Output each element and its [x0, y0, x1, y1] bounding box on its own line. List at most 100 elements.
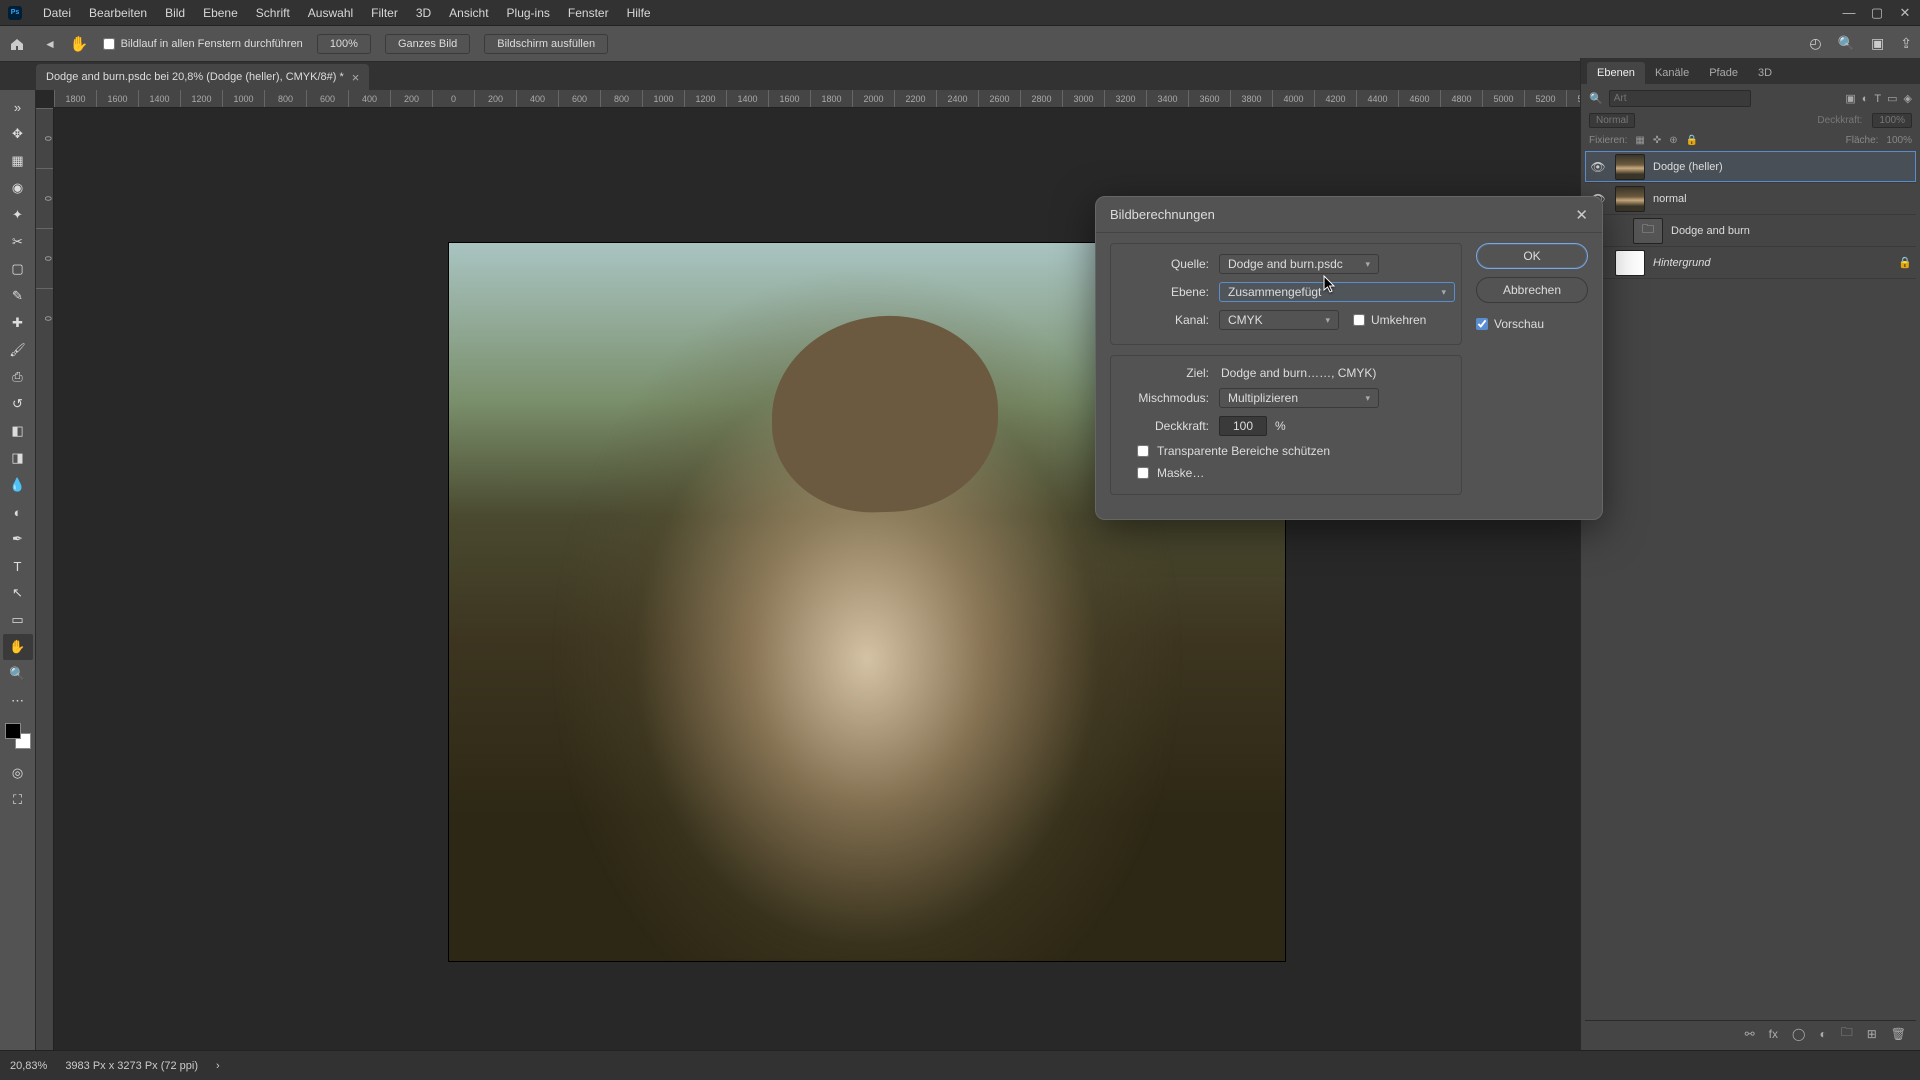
cloud-icon[interactable]: ◴ [1809, 35, 1821, 52]
scroll-all-windows-checkbox[interactable]: Bildlauf in allen Fenstern durchführen [103, 38, 303, 50]
tool-rectangle[interactable]: ▭ [3, 607, 33, 633]
filter-smart-icon[interactable]: ◈ [1904, 92, 1912, 105]
menu-schrift[interactable]: Schrift [247, 6, 299, 20]
channel-select[interactable]: CMYK▾ [1219, 310, 1339, 330]
fill-screen-button[interactable]: Bildschirm ausfüllen [484, 34, 608, 54]
dialog-titlebar[interactable]: Bildberechnungen ✕ [1096, 197, 1602, 233]
lock-position-icon[interactable]: ✜ [1653, 135, 1661, 146]
layer-filter-input[interactable] [1609, 90, 1751, 107]
search-icon[interactable]: 🔍 [1838, 35, 1855, 52]
tool-wand[interactable]: ✦ [3, 202, 33, 228]
preserve-transparency-checkbox[interactable] [1137, 445, 1149, 457]
zoom-level[interactable]: 20,83% [10, 1060, 47, 1072]
layer-name[interactable]: normal [1653, 193, 1912, 205]
menu-bild[interactable]: Bild [156, 6, 194, 20]
tool-zoom[interactable]: 🔍 [3, 661, 33, 687]
status-chevron-icon[interactable]: › [216, 1060, 220, 1072]
layer-fx-icon[interactable]: fx [1769, 1027, 1778, 1041]
tool-eyedropper[interactable]: ✎ [3, 283, 33, 309]
tab-pfade[interactable]: Pfade [1699, 62, 1748, 84]
tab-ebenen[interactable]: Ebenen [1587, 62, 1645, 84]
menu-ansicht[interactable]: Ansicht [440, 6, 497, 20]
tool-eraser[interactable]: ◧ [3, 418, 33, 444]
mask-checkbox[interactable] [1137, 467, 1149, 479]
chevron-left-icon[interactable]: ◄ [44, 37, 56, 51]
menu-ebene[interactable]: Ebene [194, 6, 247, 20]
menu-auswahl[interactable]: Auswahl [299, 6, 362, 20]
workspace-icon[interactable]: ▣ [1871, 35, 1884, 52]
menu-datei[interactable]: Datei [34, 6, 80, 20]
menu-3d[interactable]: 3D [407, 6, 440, 20]
hand-tool-icon[interactable]: ✋ [70, 35, 89, 53]
layer-thumbnail[interactable] [1615, 154, 1645, 180]
layer-name[interactable]: Dodge and burn [1671, 225, 1912, 237]
link-layers-icon[interactable]: ⚯ [1745, 1027, 1755, 1041]
layer-name[interactable]: Hintergrund [1653, 257, 1890, 269]
source-select[interactable]: Dodge and burn.psdc▾ [1219, 254, 1379, 274]
tool-type[interactable]: T [3, 553, 33, 579]
cancel-button[interactable]: Abbrechen [1476, 277, 1588, 303]
fill-value[interactable]: 100% [1886, 135, 1912, 146]
lock-pixels-icon[interactable]: ▦ [1635, 135, 1644, 146]
filter-adjust-icon[interactable]: ◐ [1862, 93, 1869, 105]
preview-checkbox[interactable]: Vorschau [1476, 317, 1588, 331]
blend-select[interactable]: Multiplizieren▾ [1219, 388, 1379, 408]
tab-3d[interactable]: 3D [1748, 62, 1782, 84]
filter-type-icon[interactable]: T [1874, 93, 1881, 105]
tool-gradient[interactable]: ◨ [3, 445, 33, 471]
tab-kanaele[interactable]: Kanäle [1645, 62, 1699, 84]
adjustment-layer-icon[interactable]: ◐ [1819, 1027, 1826, 1041]
layer-row[interactable]: 👁 Dodge (heller) [1585, 151, 1916, 183]
menu-filter[interactable]: Filter [362, 6, 407, 20]
menu-fenster[interactable]: Fenster [559, 6, 618, 20]
opacity-input[interactable] [1219, 416, 1267, 436]
menu-plugins[interactable]: Plug-ins [498, 6, 559, 20]
foreground-color-swatch[interactable] [5, 723, 21, 739]
layer-name[interactable]: Dodge (heller) [1653, 161, 1912, 173]
delete-layer-icon[interactable]: 🗑 [1891, 1027, 1906, 1041]
color-swatch[interactable] [5, 723, 31, 749]
layer-thumbnail[interactable] [1615, 250, 1645, 276]
tool-lasso[interactable]: ◉ [3, 175, 33, 201]
quickmask-icon[interactable]: ◎ [3, 760, 33, 786]
document-tab[interactable]: Dodge and burn.psdc bei 20,8% (Dodge (he… [36, 64, 369, 90]
filter-image-icon[interactable]: ▣ [1845, 92, 1855, 105]
menu-hilfe[interactable]: Hilfe [618, 6, 660, 20]
visibility-eye-icon[interactable]: 👁 [1589, 160, 1607, 174]
tool-dodge[interactable]: ◐ [3, 499, 33, 525]
layer-thumbnail[interactable] [1615, 186, 1645, 212]
tool-artboard[interactable]: ▦ [3, 148, 33, 174]
dialog-close-icon[interactable]: ✕ [1575, 206, 1588, 224]
layer-mask-icon[interactable]: ◯ [1792, 1027, 1805, 1041]
tool-more[interactable]: ⋯ [3, 688, 33, 714]
lock-all-icon[interactable]: 🔒 [1686, 135, 1698, 146]
opacity-value[interactable]: 100% [1872, 113, 1912, 128]
tool-stamp[interactable]: ⎙ [3, 364, 33, 390]
ok-button[interactable]: OK [1476, 243, 1588, 269]
invert-checkbox[interactable]: Umkehren [1353, 313, 1455, 327]
window-minimize-icon[interactable]: — [1842, 5, 1856, 20]
window-close-icon[interactable]: ✕ [1898, 5, 1912, 21]
zoom-100-button[interactable]: 100% [317, 34, 371, 54]
fit-screen-button[interactable]: Ganzes Bild [385, 34, 470, 54]
menu-bearbeiten[interactable]: Bearbeiten [80, 6, 156, 20]
layer-row[interactable]: 👁normal [1585, 183, 1916, 215]
new-layer-icon[interactable]: ⊞ [1867, 1027, 1877, 1041]
layer-row[interactable]: Hintergrund 🔒 [1585, 247, 1916, 279]
lock-icon[interactable]: 🔒 [1898, 256, 1912, 269]
blend-mode-select[interactable]: Normal [1589, 113, 1635, 128]
tool-heal[interactable]: ✚ [3, 310, 33, 336]
tool-path[interactable]: ↖ [3, 580, 33, 606]
tool-hand[interactable]: ✋ [3, 634, 33, 660]
share-icon[interactable]: ⇪ [1900, 35, 1912, 52]
tool-move[interactable]: ✥ [3, 121, 33, 147]
screenmode-icon[interactable]: ⛶ [3, 787, 33, 813]
layer-row[interactable]: 🗀 Dodge and burn [1585, 215, 1916, 247]
tool-history-brush[interactable]: ↺ [3, 391, 33, 417]
collapse-icon[interactable]: » [3, 94, 33, 120]
filter-shape-icon[interactable]: ▭ [1887, 92, 1897, 105]
home-icon[interactable] [8, 35, 26, 53]
layer-select[interactable]: Zusammengefügt▾ [1219, 282, 1455, 302]
layer-thumbnail[interactable]: 🗀 [1633, 218, 1663, 244]
group-icon[interactable]: 🗀 [1841, 1023, 1853, 1044]
